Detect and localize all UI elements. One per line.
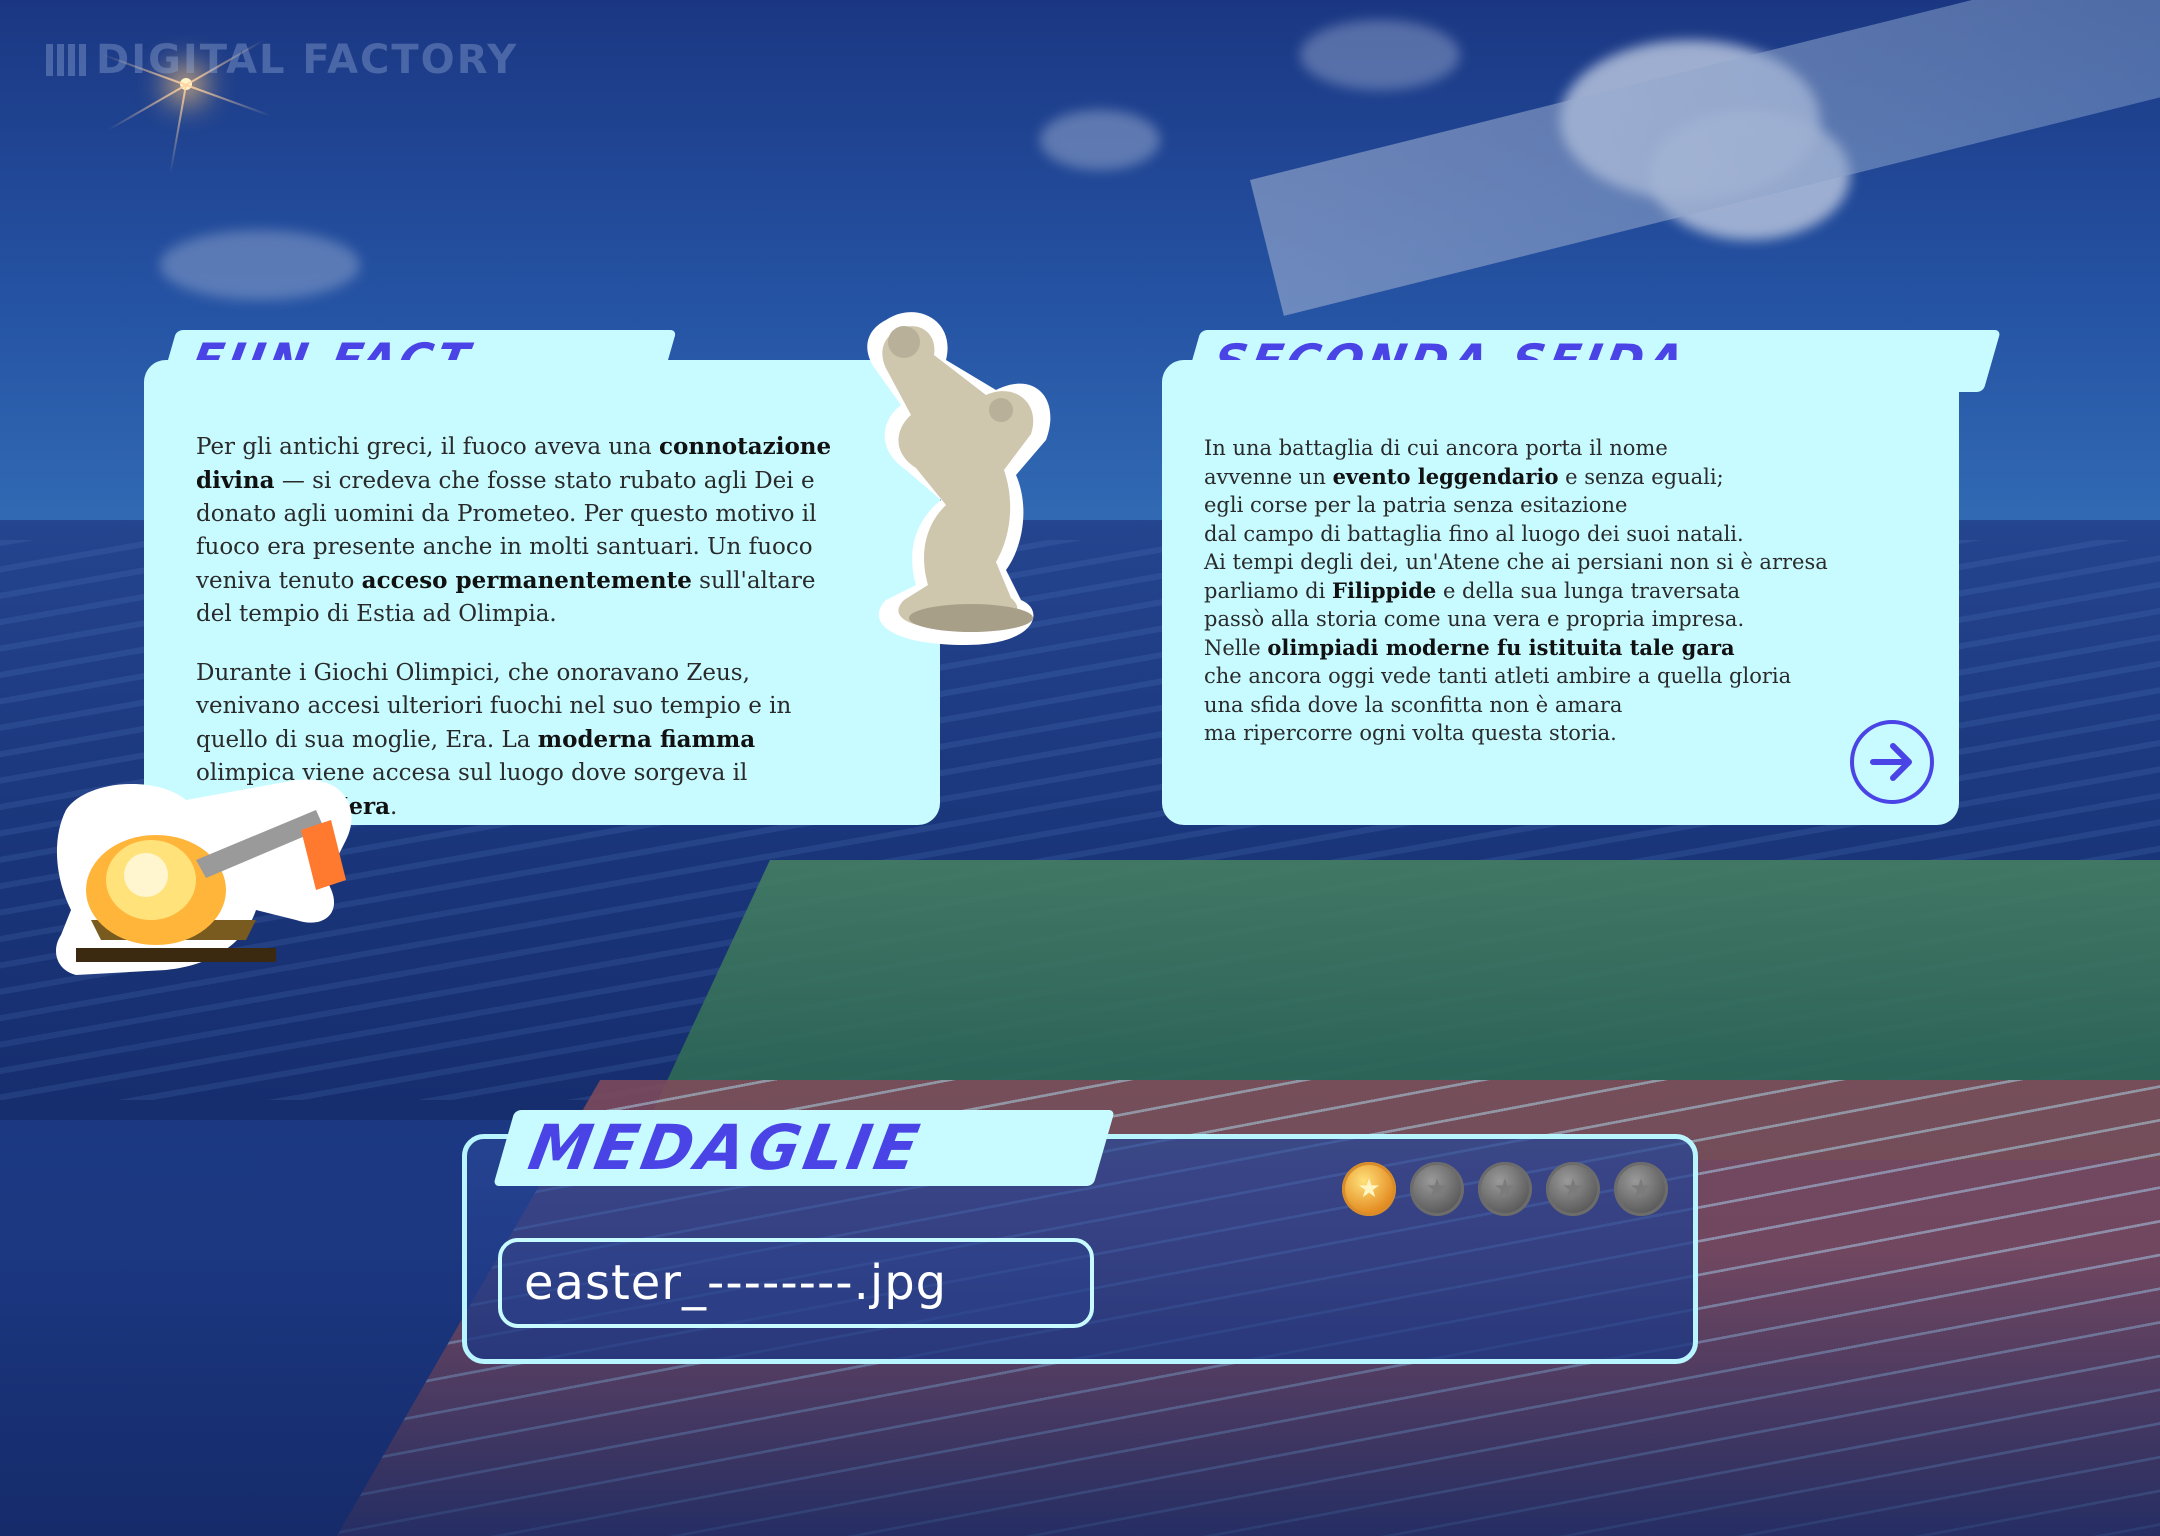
medal-earned-icon: ★ [1342,1162,1396,1216]
medal-locked-icon: ★ [1614,1162,1668,1216]
text-run: Per gli antichi greci, il fuoco aveva un… [196,434,659,460]
text-run: . [389,794,398,820]
text-run: Nelle [1204,635,1268,660]
text-run: dal campo di battaglia fino al luogo dei… [1204,521,1744,546]
seconda-sfida-poem: In una battaglia di cui ancora porta il … [1204,434,1919,748]
olympic-flame-torch-icon [56,779,352,975]
text-run: e della sua lunga traversata [1436,578,1741,603]
medal-locked-icon: ★ [1410,1162,1464,1216]
seconda-sfida-panel: In una battaglia di cui ancora porta il … [1162,360,1959,825]
medal-list: ★ ★ ★ ★ ★ [1342,1162,1668,1216]
filename-field[interactable]: easter_--------.jpg [498,1238,1094,1328]
text-run: parliamo di [1204,578,1333,603]
medal-locked-icon: ★ [1546,1162,1600,1216]
fun-fact-panel: Per gli antichi greci, il fuoco aveva un… [144,360,940,825]
text-run: passò alla storia come una vera e propri… [1204,607,1745,631]
text-run: Ai tempi degli dei, un'Atene che ai pers… [1204,550,1828,574]
logo-bars-icon [46,44,86,76]
text-run: e senza eguali; [1558,464,1724,489]
brand-logo: DIGITAL FACTORY [46,37,519,83]
medal-locked-icon: ★ [1478,1162,1532,1216]
text-run: che ancora oggi vede tanti atleti ambire… [1204,664,1792,688]
logo-text: DIGITAL FACTORY [96,37,519,83]
arrow-right-icon [1870,743,1912,781]
bold-text-run: Filippide [1332,577,1437,603]
bold-text-run: moderna fiamma [537,726,756,753]
discobolus-statue-icon [867,312,1051,645]
fun-fact-paragraph: Per gli antichi greci, il fuoco aveva un… [196,430,844,631]
text-run: avvenne un [1204,464,1333,489]
text-run: ma ripercorre ogni volta questa storia. [1204,721,1617,745]
bold-text-run: evento leggendario [1332,463,1559,489]
medaglie-title-tag: MEDAGLIE [493,1110,1115,1186]
text-run: una sfida dove la sconfitta non è amara [1204,692,1623,717]
next-button[interactable] [1850,720,1934,804]
text-run: In una battaglia di cui ancora porta il … [1204,436,1668,460]
medaglie-title: MEDAGLIE [523,1111,929,1184]
bold-text-run: acceso permanentemente [361,567,692,594]
text-run: egli corse per la patria senza esitazion… [1204,493,1628,517]
bold-text-run: olimpiadi moderne fu istituita tale gara [1267,634,1735,660]
